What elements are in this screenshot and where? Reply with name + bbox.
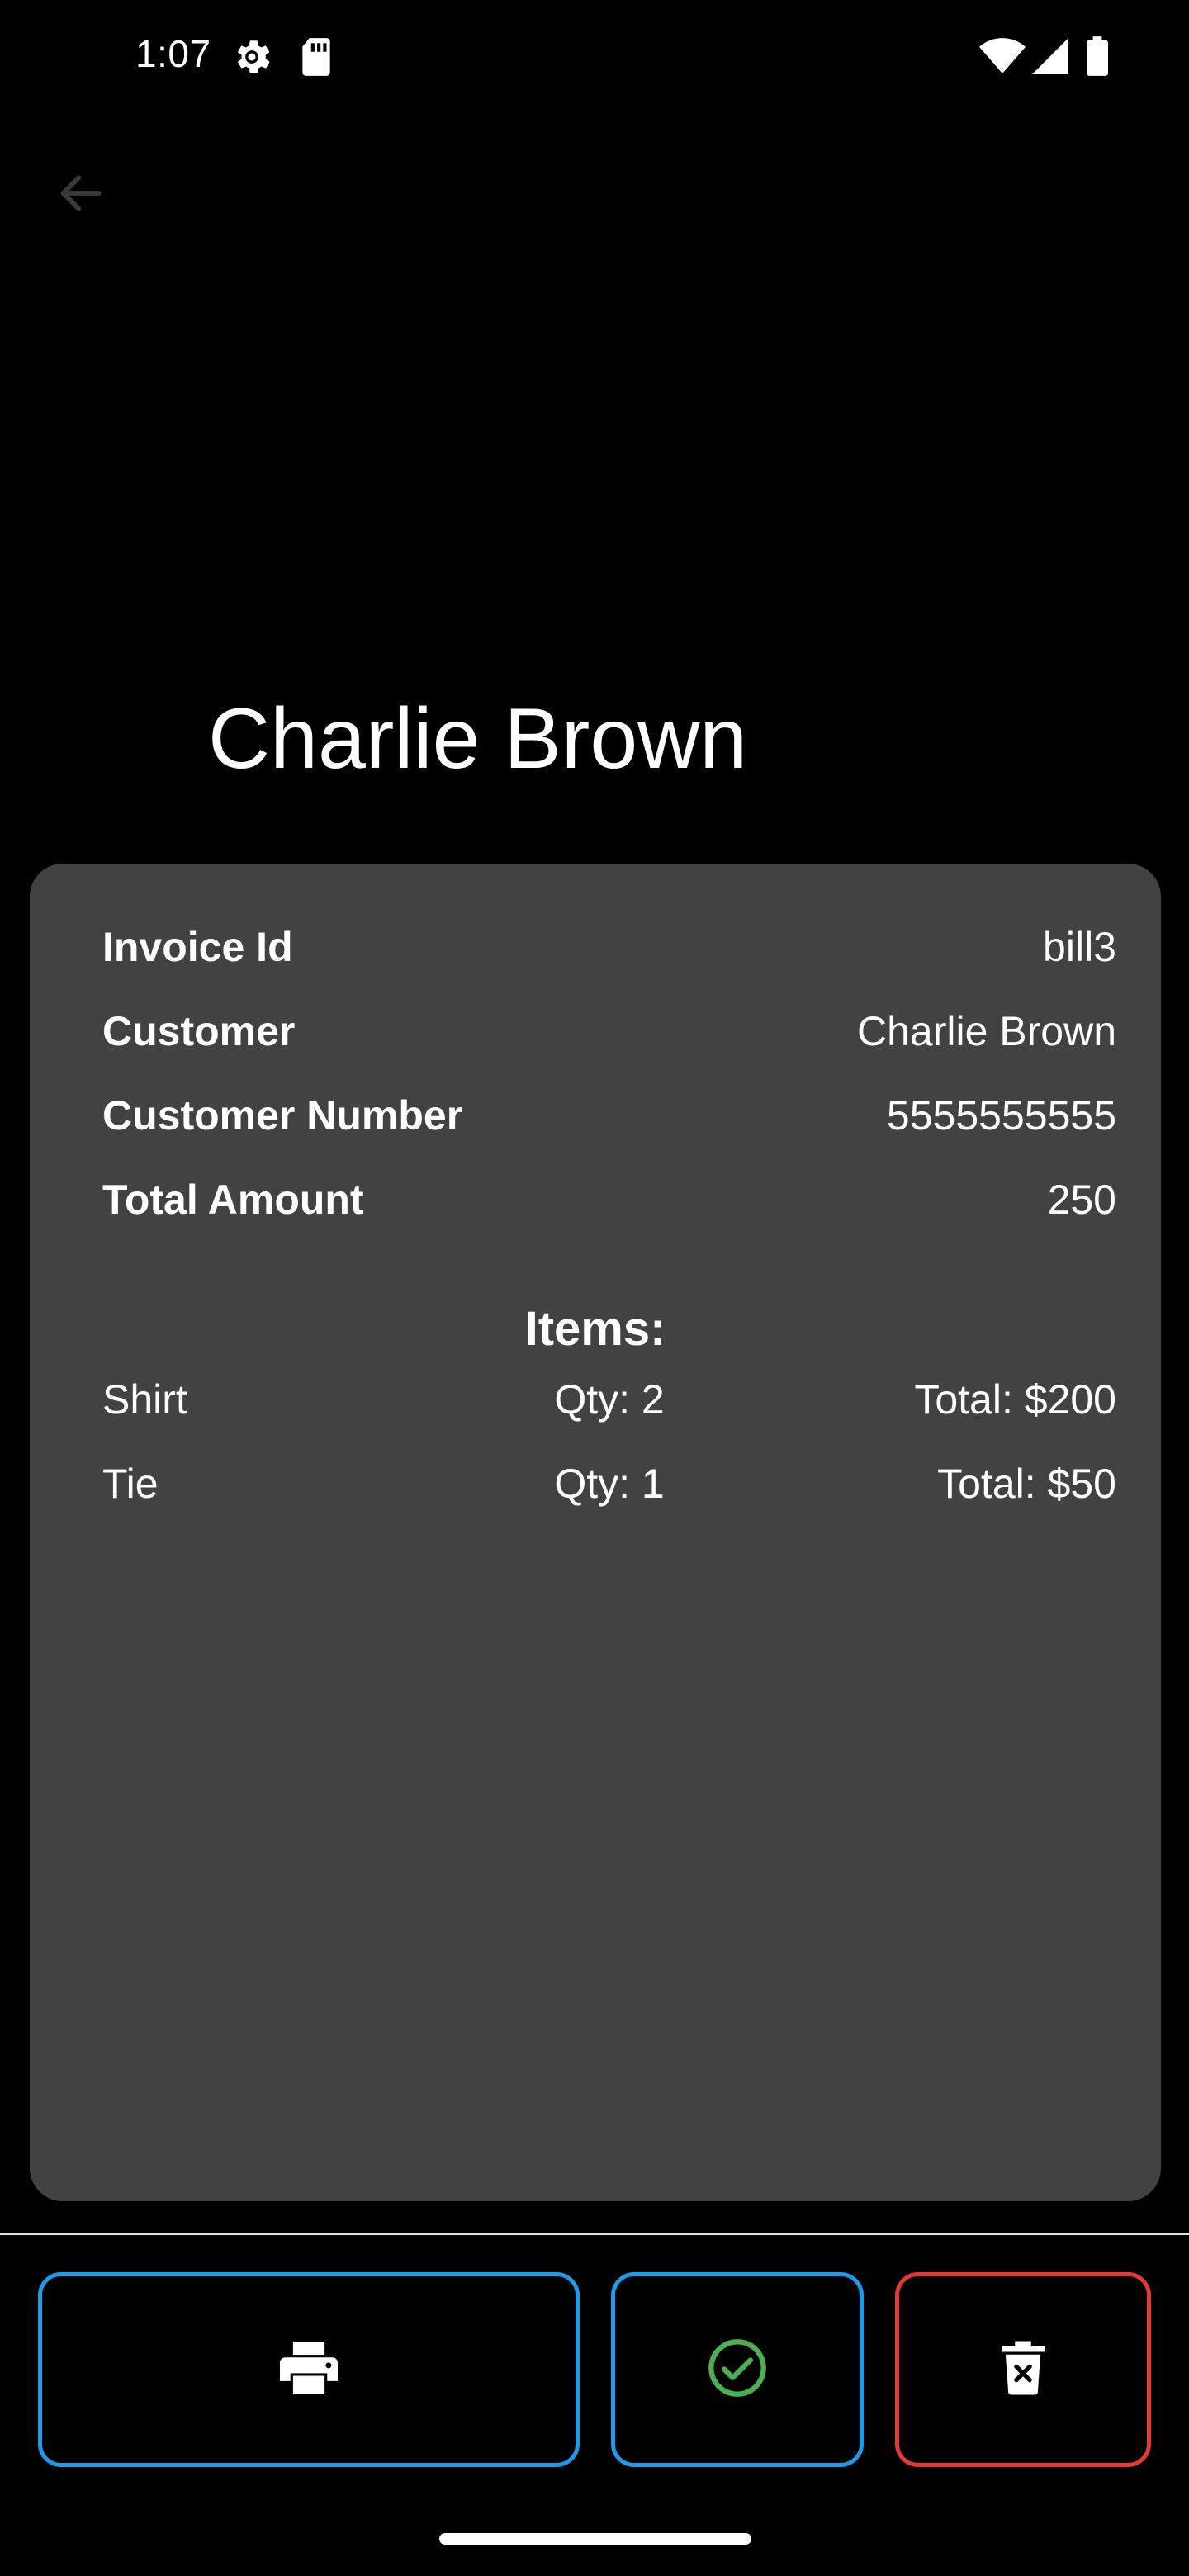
- settings-gear-icon: [230, 35, 274, 79]
- detail-label: Total Amount: [102, 1177, 364, 1223]
- detail-label: Invoice Id: [102, 924, 293, 970]
- print-button[interactable]: [38, 2272, 580, 2467]
- invoice-detail-screen: 1:07 Charlie Brown Invoice Id bill3 Cust…: [0, 0, 1189, 2576]
- approve-button[interactable]: [611, 2272, 864, 2467]
- trash-icon: [1002, 2341, 1045, 2399]
- item-total: Total: $50: [937, 1461, 1116, 1507]
- divider: [0, 2233, 1189, 2235]
- items-heading: Items:: [524, 1302, 666, 1356]
- detail-value: 250: [1047, 1177, 1116, 1223]
- sd-card-icon: [299, 36, 334, 78]
- list-item: Tie Qty: 1 Total: $50: [102, 1460, 1116, 1518]
- detail-row-invoice-id: Invoice Id bill3: [102, 923, 1116, 981]
- wifi-icon: [979, 38, 1026, 74]
- invoice-card: Invoice Id bill3 Customer Charlie Brown …: [30, 864, 1161, 2201]
- arrow-left-icon: [54, 167, 107, 224]
- battery-icon: [1087, 36, 1108, 76]
- detail-value: 5555555555: [886, 1092, 1116, 1139]
- detail-row-total-amount: Total Amount 250: [102, 1176, 1116, 1234]
- status-time: 1:07: [135, 32, 211, 75]
- delete-button[interactable]: [895, 2272, 1151, 2467]
- list-item: Shirt Qty: 2 Total: $200: [102, 1376, 1116, 1433]
- gesture-nav-bar[interactable]: [439, 2533, 751, 2545]
- detail-label: Customer: [102, 1008, 296, 1054]
- printer-icon: [277, 2339, 341, 2401]
- detail-row-customer: Customer Charlie Brown: [102, 1007, 1116, 1065]
- detail-value: Charlie Brown: [856, 1008, 1116, 1054]
- check-circle-icon: [706, 2337, 769, 2403]
- status-bar: 1:07: [0, 0, 1189, 116]
- page-title: Charlie Brown: [208, 691, 748, 787]
- item-total: Total: $200: [914, 1376, 1116, 1423]
- detail-row-customer-number: Customer Number 5555555555: [102, 1091, 1116, 1149]
- cellular-signal-icon: [1032, 38, 1068, 74]
- back-button[interactable]: [48, 162, 114, 228]
- detail-value: bill3: [1043, 924, 1116, 970]
- detail-label: Customer Number: [102, 1092, 463, 1139]
